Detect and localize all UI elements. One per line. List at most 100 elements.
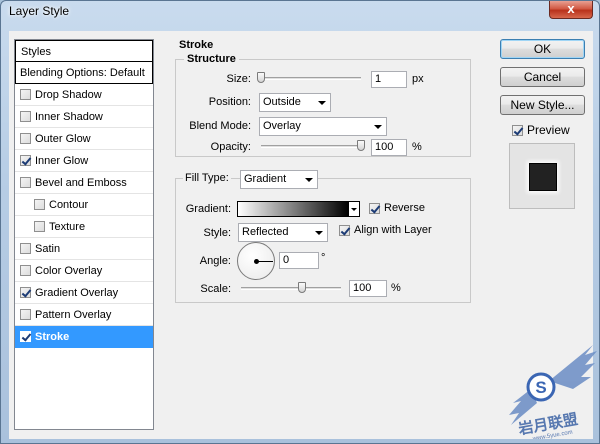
ok-button[interactable]: OK [500,39,585,59]
preview-label: Preview [527,123,570,137]
close-button[interactable]: x [549,1,593,19]
preview-checkbox-row[interactable]: Preview [512,123,570,137]
cancel-button[interactable]: Cancel [500,67,585,87]
angle-center-dot [254,259,259,264]
style-item-label: Inner Shadow [35,110,103,123]
style-checkbox[interactable] [20,309,31,320]
style-checkbox[interactable] [20,243,31,254]
align-with-layer-checkbox[interactable] [339,224,350,236]
style-items-container: Drop Shadow Inner Shadow Outer Glow Inner G… [15,84,153,348]
chevron-down-icon [315,231,323,235]
opacity-slider-thumb[interactable] [357,140,365,151]
style-checkbox[interactable] [34,221,45,232]
scale-slider-thumb[interactable] [298,282,306,293]
style-item-label: Outer Glow [35,132,91,145]
style-item-color-overlay[interactable]: Color Overlay [15,260,153,282]
style-item-drop-shadow[interactable]: Drop Shadow [15,84,153,106]
style-dropdown[interactable]: Reflected [238,223,328,242]
title-bar[interactable]: Layer Style x [1,1,599,23]
reverse-checkbox-row[interactable]: Reverse [369,202,425,214]
opacity-slider[interactable] [261,145,361,148]
position-dropdown[interactable]: Outside [259,93,331,112]
style-checkbox[interactable] [20,111,31,122]
fill-type-value: Gradient [244,173,287,185]
style-value: Reflected [242,226,289,238]
close-icon: x [567,1,575,16]
angle-input[interactable]: 0 [279,252,319,269]
structure-title: Structure [184,53,239,65]
blend-mode-value: Overlay [263,120,301,132]
style-item-texture[interactable]: Texture [15,216,153,238]
style-checkbox[interactable] [20,331,31,342]
gradient-label: Gradient: [185,203,231,215]
position-label: Position: [208,96,251,108]
style-checkbox[interactable] [20,133,31,144]
size-unit: px [412,73,424,85]
chevron-down-icon [318,101,326,105]
scale-unit: % [391,282,401,294]
new-style-button[interactable]: New Style... [500,95,585,115]
chevron-down-icon [305,178,313,182]
scale-label: Scale: [200,283,231,295]
watermark-logo: S 岩月联盟 www.5yue.com [509,345,597,439]
svg-text:S: S [535,378,546,397]
blend-mode-dropdown[interactable]: Overlay [259,117,387,136]
scale-slider[interactable] [241,287,341,290]
style-item-pattern-overlay[interactable]: Pattern Overlay [15,304,153,326]
size-slider[interactable] [261,77,361,80]
opacity-unit: % [412,141,422,153]
style-item-label: Gradient Overlay [35,286,119,299]
style-item-label: Drop Shadow [35,88,102,101]
size-input[interactable]: 1 [371,71,407,88]
style-preview [509,143,575,209]
style-item-label: Color Overlay [35,264,103,277]
style-item-label: Pattern Overlay [35,308,112,321]
style-item-stroke[interactable]: Stroke [15,326,153,348]
style-item-bevel-and-emboss[interactable]: Bevel and Emboss [15,172,153,194]
style-item-contour[interactable]: Contour [15,194,153,216]
style-item-inner-glow[interactable]: Inner Glow [15,150,153,172]
scale-input[interactable]: 100 [349,280,387,297]
blending-options-item[interactable]: Blending Options: Default [15,62,153,84]
style-checkbox[interactable] [20,155,31,166]
gradient-picker[interactable] [237,201,349,217]
layer-style-window: Layer Style x Styles Blending Options: D… [0,0,600,444]
preview-swatch [529,163,557,191]
fill-type-label: Fill Type: [183,172,231,184]
style-item-satin[interactable]: Satin [15,238,153,260]
stroke-section-title: Stroke [179,39,214,51]
gradient-dropdown-button[interactable] [349,201,360,217]
style-item-label: Contour [49,198,89,211]
style-item-label: Stroke [35,330,70,343]
style-item-label: Inner Glow [35,154,89,167]
window-title: Layer Style [9,4,70,18]
align-with-layer-row[interactable]: Align with Layer [339,224,432,236]
style-checkbox[interactable] [34,199,45,210]
style-checkbox[interactable] [20,89,31,100]
chevron-down-icon [374,125,382,129]
angle-dial[interactable] [237,242,275,280]
style-item-inner-shadow[interactable]: Inner Shadow [15,106,153,128]
style-item-outer-glow[interactable]: Outer Glow [15,128,153,150]
styles-header[interactable]: Styles [15,40,153,62]
fill-type-dropdown[interactable]: Gradient [240,170,318,189]
style-checkbox[interactable] [20,265,31,276]
style-checkbox[interactable] [20,287,31,298]
position-value: Outside [263,96,301,108]
style-item-label: Texture [49,220,86,233]
style-item-gradient-overlay[interactable]: Gradient Overlay [15,282,153,304]
style-item-label: Bevel and Emboss [35,176,127,189]
style-item-label: Satin [35,242,61,255]
size-slider-thumb[interactable] [257,72,265,83]
align-with-layer-label: Align with Layer [354,224,432,236]
preview-checkbox[interactable] [512,124,523,136]
size-label: Size: [226,73,251,85]
styles-list: Styles Blending Options: Default Drop Sh… [14,39,154,430]
opacity-label: Opacity: [210,141,251,153]
reverse-label: Reverse [384,202,425,214]
angle-label: Angle: [199,255,231,267]
blend-mode-label: Blend Mode: [189,120,251,132]
reverse-checkbox[interactable] [369,202,380,214]
opacity-input[interactable]: 100 [371,139,407,156]
style-checkbox[interactable] [20,177,31,188]
